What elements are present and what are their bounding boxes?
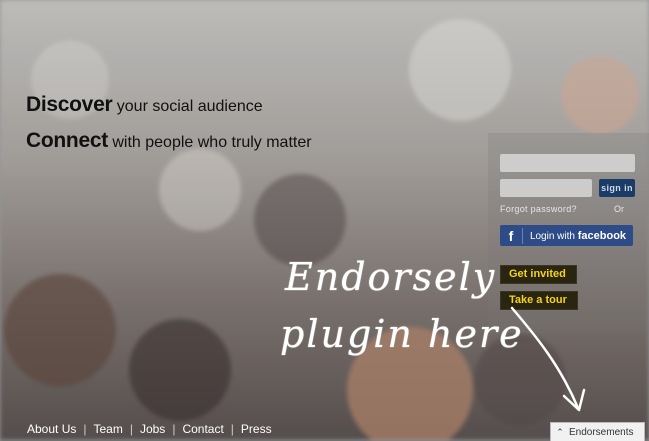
facebook-login-button[interactable]: f Login with facebook xyxy=(500,225,633,246)
forgot-password-link[interactable]: Forgot password? xyxy=(500,204,577,214)
footer-divider: | xyxy=(230,422,234,436)
footer-link-jobs[interactable]: Jobs xyxy=(140,422,165,436)
facebook-login-prefix: Login with xyxy=(529,230,575,242)
tagline-discover-strong: Discover xyxy=(26,93,113,116)
annotation-arrow-icon xyxy=(510,306,586,412)
or-label: Or xyxy=(614,204,624,214)
email-input[interactable] xyxy=(500,154,635,172)
endorsements-tab[interactable]: ⌃ Endorsements xyxy=(550,422,645,441)
password-input[interactable] xyxy=(500,179,592,197)
sign-in-button[interactable]: sign in xyxy=(599,179,635,197)
tagline-discover: Discover your social audience xyxy=(26,93,263,117)
chevron-up-icon: ⌃ xyxy=(556,426,564,437)
footer-link-press[interactable]: Press xyxy=(241,422,272,436)
annotation-line-2: plugin here xyxy=(280,312,524,356)
annotation-line-1: Endorsely xyxy=(285,255,497,299)
footer-divider: | xyxy=(172,422,176,436)
footer-link-team[interactable]: Team xyxy=(93,422,122,436)
footer-nav: About Us | Team | Jobs | Contact | Press xyxy=(27,422,272,436)
facebook-login-brand: facebook xyxy=(577,229,627,242)
footer-divider: | xyxy=(129,422,133,436)
get-invited-button[interactable]: Get invited xyxy=(500,265,577,284)
facebook-icon: f xyxy=(500,227,523,244)
tagline-connect-rest: with people who truly matter xyxy=(112,134,312,151)
footer-link-contact[interactable]: Contact xyxy=(182,422,223,436)
footer-link-about-us[interactable]: About Us xyxy=(27,422,76,436)
footer-divider: | xyxy=(83,422,87,436)
tagline-connect: Connect with people who truly matter xyxy=(26,129,312,153)
facebook-login-label: Login with facebook xyxy=(523,230,633,242)
tagline-discover-rest: your social audience xyxy=(116,98,263,115)
tagline-connect-strong: Connect xyxy=(26,129,108,152)
endorsements-tab-label: Endorsements xyxy=(569,426,634,438)
